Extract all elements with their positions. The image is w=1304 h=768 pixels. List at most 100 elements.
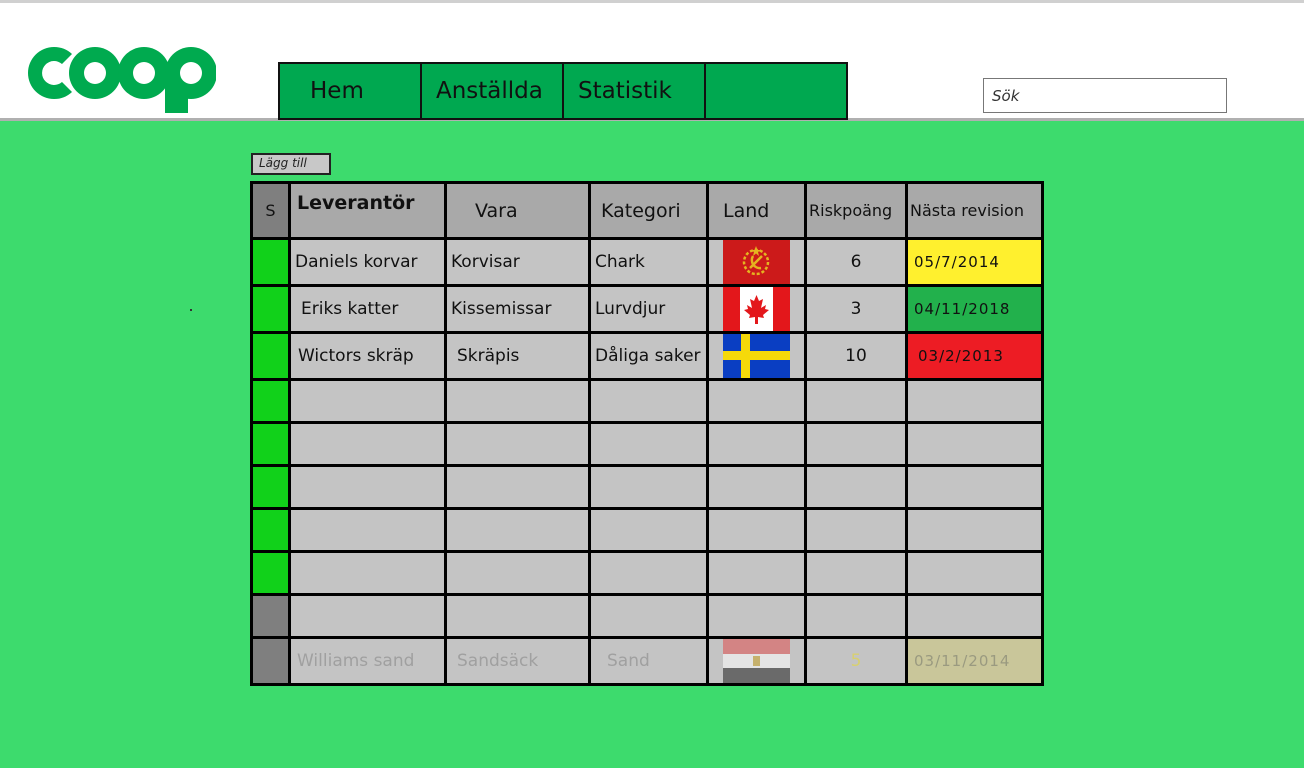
table-row[interactable] (250, 378, 1044, 424)
status-indicator (250, 284, 291, 334)
nav-hem[interactable]: Hem (278, 62, 422, 120)
nav-anstallda-label: Anställda (436, 78, 543, 104)
status-indicator (250, 507, 291, 553)
cell-country (706, 636, 807, 686)
cell-supplier: Eriks katter (288, 284, 447, 334)
nav-statistik[interactable]: Statistik (562, 62, 706, 120)
empty-cell (444, 593, 591, 639)
empty-cell (905, 464, 1044, 510)
empty-cell (588, 464, 709, 510)
cell-category: Sand (588, 636, 709, 686)
status-indicator (250, 237, 291, 287)
cell-supplier: Daniels korvar (288, 237, 447, 287)
egypt-flag-icon (723, 640, 790, 682)
sweden-flag-icon (723, 335, 790, 377)
cell-risk: 5 (804, 636, 908, 686)
col-land[interactable]: Land (706, 181, 807, 240)
empty-cell (905, 593, 1044, 639)
table-row[interactable]: Wictors skräp Skräpis Dåliga saker 10 03… (250, 331, 1044, 381)
empty-cell (905, 378, 1044, 424)
col-vara[interactable]: Vara (444, 181, 591, 240)
cell-item: Kissemissar (444, 284, 591, 334)
cell-revision: 03/11/2014 (905, 636, 1044, 686)
nav-hem-label: Hem (310, 78, 364, 104)
empty-cell (706, 507, 807, 553)
nav-statistik-label: Statistik (578, 78, 672, 104)
empty-cell (588, 421, 709, 467)
empty-cell (444, 550, 591, 596)
empty-cell (905, 421, 1044, 467)
cell-revision: 04/11/2018 (905, 284, 1044, 334)
soviet-flag-icon (723, 241, 790, 283)
empty-cell (706, 593, 807, 639)
empty-cell (444, 421, 591, 467)
empty-cell (804, 464, 908, 510)
cell-item: Korvisar (444, 237, 591, 287)
empty-cell (288, 378, 447, 424)
cell-item: Sandsäck (444, 636, 591, 686)
empty-cell (804, 421, 908, 467)
canada-flag-icon (723, 288, 790, 330)
empty-cell (706, 421, 807, 467)
table-row[interactable] (250, 464, 1044, 510)
cell-revision: 03/2/2013 (905, 331, 1044, 381)
cell-category: Lurvdjur (588, 284, 709, 334)
cell-supplier: Williams sand (288, 636, 447, 686)
status-indicator (250, 593, 291, 639)
col-nasta-revision[interactable]: Nästa revision (905, 181, 1044, 240)
table-row-faded[interactable]: Williams sand Sandsäck Sand 5 03/11/2014 (250, 636, 1044, 686)
table-row[interactable]: Eriks katter Kissemissar Lurvdjur 3 04/1… (250, 284, 1044, 334)
add-button[interactable]: Lägg till (251, 153, 331, 175)
cell-country (706, 237, 807, 287)
empty-cell (804, 593, 908, 639)
cell-revision: 05/7/2014 (905, 237, 1044, 287)
cell-risk: 3 (804, 284, 908, 334)
empty-cell (804, 507, 908, 553)
empty-cell (588, 378, 709, 424)
col-kategori[interactable]: Kategori (588, 181, 709, 240)
table-row[interactable] (250, 550, 1044, 596)
empty-cell (588, 507, 709, 553)
col-leverantor[interactable]: Leverantör (288, 181, 447, 240)
empty-cell (444, 464, 591, 510)
empty-cell (905, 507, 1044, 553)
table-row[interactable] (250, 593, 1044, 639)
table-row[interactable] (250, 507, 1044, 553)
empty-cell (588, 593, 709, 639)
nav-empty[interactable] (704, 62, 848, 120)
coop-logo[interactable] (16, 37, 216, 115)
empty-cell (444, 507, 591, 553)
main-nav: Hem Anställda Statistik (278, 62, 848, 120)
nav-anstallda[interactable]: Anställda (420, 62, 564, 120)
empty-cell (706, 464, 807, 510)
cell-risk: 6 (804, 237, 908, 287)
status-indicator (250, 331, 291, 381)
search-input[interactable] (983, 78, 1227, 113)
cell-item: Skräpis (444, 331, 591, 381)
empty-cell (706, 550, 807, 596)
col-status[interactable]: S (250, 181, 291, 240)
table-row[interactable] (250, 421, 1044, 467)
status-indicator (250, 550, 291, 596)
table-row[interactable]: Daniels korvar Korvisar Chark 6 05/7/201… (250, 237, 1044, 287)
cell-country (706, 284, 807, 334)
stray-dot (190, 309, 192, 311)
empty-cell (905, 550, 1044, 596)
cell-country (706, 331, 807, 381)
empty-cell (706, 378, 807, 424)
status-indicator (250, 464, 291, 510)
cell-risk: 10 (804, 331, 908, 381)
empty-cell (444, 378, 591, 424)
supplier-table: S Leverantör Vara Kategori Land Riskpoän… (250, 181, 1044, 686)
status-indicator (250, 636, 291, 686)
empty-cell (804, 550, 908, 596)
empty-cell (288, 593, 447, 639)
status-indicator (250, 378, 291, 424)
status-indicator (250, 421, 291, 467)
empty-cell (588, 550, 709, 596)
col-riskpoang[interactable]: Riskpoäng (804, 181, 908, 240)
empty-cell (288, 464, 447, 510)
empty-cell (804, 378, 908, 424)
cell-category: Chark (588, 237, 709, 287)
header: Hem Anställda Statistik (0, 3, 1304, 121)
